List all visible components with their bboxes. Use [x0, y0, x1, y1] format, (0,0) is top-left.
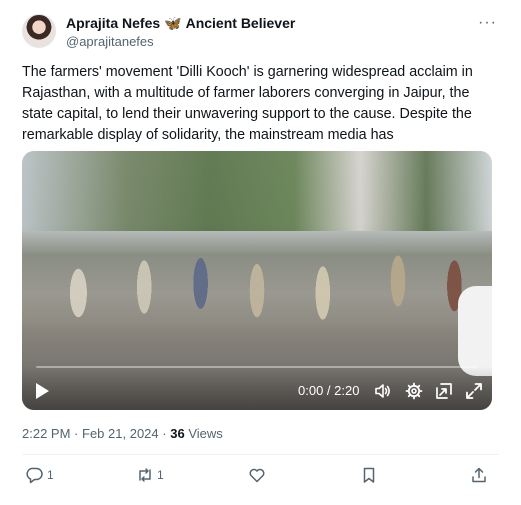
tweet-date[interactable]: Feb 21, 2024	[82, 426, 159, 441]
heart-icon	[249, 468, 265, 483]
picture-in-picture-icon[interactable]	[435, 382, 453, 400]
butterfly-icon: 🦋	[164, 15, 182, 31]
video-time: 0:00 / 2:20	[298, 383, 360, 398]
divider	[22, 454, 499, 455]
video-frame-trees	[22, 151, 492, 231]
fullscreen-icon[interactable]	[465, 382, 483, 400]
meta-separator: ·	[162, 426, 167, 441]
volume-icon[interactable]	[374, 382, 392, 400]
more-options-icon[interactable]: ···	[478, 14, 497, 32]
tweet-text: The farmers' movement 'Dilli Kooch' is g…	[22, 64, 473, 143]
bookmark-button[interactable]	[360, 466, 378, 484]
play-icon[interactable]	[34, 382, 50, 400]
share-icon	[472, 467, 486, 483]
author-name-row: Aprajita Nefes 🦋 Ancient Believer	[66, 15, 295, 31]
avatar[interactable]	[22, 14, 56, 48]
settings-icon[interactable]	[405, 382, 423, 400]
repost-icon	[139, 468, 151, 482]
repost-count: 1	[157, 468, 164, 482]
reply-icon	[26, 467, 43, 484]
tweet-meta: 2:22 PM · Feb 21, 2024 · 36 Views	[22, 426, 223, 441]
video-frame-car	[458, 286, 492, 376]
video-player[interactable]: 0:00 / 2:20	[22, 151, 492, 410]
bookmark-icon	[363, 467, 375, 483]
author-display-name[interactable]: Aprajita Nefes	[66, 15, 160, 31]
views-count: 36	[170, 426, 185, 441]
repost-button[interactable]: 1	[136, 466, 164, 484]
like-button[interactable]	[248, 466, 266, 484]
author-handle[interactable]: @aprajitanefes	[66, 34, 154, 49]
tweet-time[interactable]: 2:22 PM	[22, 426, 70, 441]
views-label: Views	[188, 426, 223, 441]
tweet: Aprajita Nefes 🦋 Ancient Believer @apraj…	[0, 0, 521, 505]
reply-count: 1	[47, 468, 54, 482]
share-button[interactable]	[470, 466, 488, 484]
meta-separator: ·	[74, 426, 79, 441]
author-title[interactable]: Ancient Believer	[186, 15, 296, 31]
action-bar: 1 1	[22, 462, 499, 490]
video-progress-bar[interactable]	[36, 366, 478, 368]
reply-button[interactable]: 1	[26, 466, 54, 484]
